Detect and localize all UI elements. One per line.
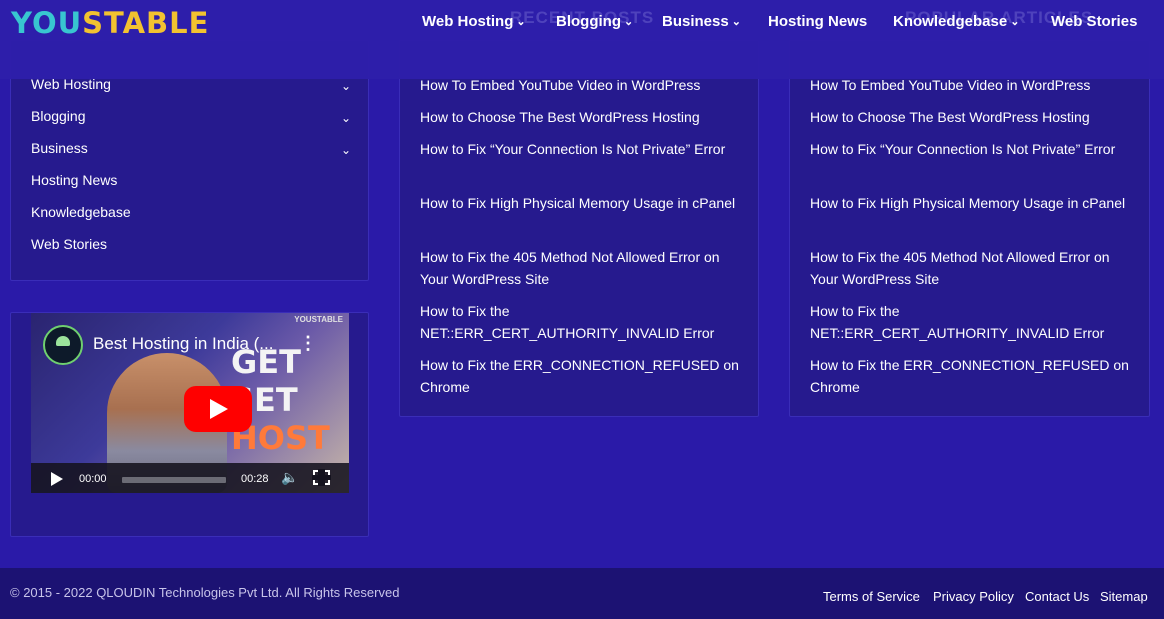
- youtube-video-player[interactable]: GET SET HOST YOUSTABLE Best Hosting in I…: [31, 313, 349, 493]
- nav-item-blogging[interactable]: Blogging ⌄: [556, 12, 633, 33]
- video-title[interactable]: Best Hosting in India (...: [93, 334, 273, 354]
- post-link[interactable]: How to Fix High Physical Memory Usage in…: [810, 192, 1140, 214]
- post-link[interactable]: How to Choose The Best WordPress Hosting: [420, 106, 750, 128]
- main-nav: Web Hosting ⌄ Blogging ⌄ Business ⌄ Hosting…: [0, 12, 1164, 34]
- nav-label: Business: [662, 13, 729, 30]
- recent-posts-widget: How To Embed YouTube Video in WordPress …: [399, 40, 759, 417]
- chevron-down-icon[interactable]: ⌄: [341, 140, 351, 160]
- post-link[interactable]: How to Choose The Best WordPress Hosting: [810, 106, 1140, 128]
- category-label: Blogging: [31, 108, 86, 124]
- nav-label: Knowledgebase: [893, 13, 1008, 30]
- category-label: Business: [31, 140, 88, 156]
- footer-link-contact[interactable]: Contact Us: [1025, 589, 1089, 604]
- progress-bar[interactable]: [122, 477, 226, 483]
- post-link[interactable]: How to Fix the ERR_CONNECTION_REFUSED on…: [420, 354, 750, 398]
- chevron-down-icon: ⌄: [623, 16, 634, 28]
- video-controls: 00:00 00:28 🔈: [31, 463, 349, 493]
- footer-link-terms[interactable]: Terms of Service: [823, 589, 920, 604]
- chevron-down-icon: ⌄: [1010, 16, 1020, 28]
- current-time: 00:00: [79, 473, 107, 485]
- post-link[interactable]: How to Fix “Your Connection Is Not Priva…: [420, 138, 750, 160]
- nav-label: Web Stories: [1051, 13, 1138, 30]
- site-header: RECENT POSTS POPULAR ARTICLES YOUSTABLE …: [0, 0, 1164, 79]
- more-options-icon[interactable]: ⋮: [299, 333, 317, 354]
- total-time: 00:28: [241, 473, 269, 485]
- nav-label: Blogging: [556, 13, 621, 30]
- post-link[interactable]: How to Fix the 405 Method Not Allowed Er…: [420, 246, 750, 290]
- category-label: Knowledgebase: [31, 204, 131, 220]
- category-label: Web Stories: [31, 236, 107, 252]
- nav-item-web-stories[interactable]: Web Stories: [1051, 12, 1137, 32]
- popular-articles-widget: How To Embed YouTube Video in WordPress …: [789, 40, 1150, 417]
- post-link[interactable]: How to Fix the 405 Method Not Allowed Er…: [810, 246, 1140, 290]
- video-brand-watermark: YOUSTABLE: [294, 315, 343, 324]
- nav-item-business[interactable]: Business ⌄: [662, 12, 741, 33]
- category-item-knowledgebase[interactable]: Knowledgebase: [31, 202, 351, 224]
- play-icon[interactable]: [51, 472, 63, 486]
- chevron-down-icon[interactable]: ⌄: [341, 76, 351, 96]
- category-item-web-stories[interactable]: Web Stories: [31, 234, 351, 256]
- nav-item-hosting-news[interactable]: Hosting News: [768, 12, 867, 32]
- video-widget: GET SET HOST YOUSTABLE Best Hosting in I…: [10, 312, 369, 537]
- post-link[interactable]: How to Fix the NET::ERR_CERT_AUTHORITY_I…: [420, 300, 720, 344]
- footer-link-sitemap[interactable]: Sitemap: [1100, 589, 1148, 604]
- category-item-hosting-news[interactable]: Hosting News: [31, 170, 351, 192]
- chevron-down-icon: ⌄: [731, 16, 741, 28]
- post-link[interactable]: How to Fix High Physical Memory Usage in…: [420, 192, 750, 214]
- youtube-play-icon[interactable]: [184, 386, 252, 432]
- category-item-business[interactable]: Business ⌄: [31, 138, 351, 160]
- post-link[interactable]: How to Fix the NET::ERR_CERT_AUTHORITY_I…: [810, 300, 1110, 344]
- nav-item-web-hosting[interactable]: Web Hosting ⌄: [422, 12, 526, 33]
- post-link[interactable]: How to Fix “Your Connection Is Not Priva…: [810, 138, 1140, 160]
- nav-label: Hosting News: [768, 13, 868, 30]
- volume-icon[interactable]: 🔈: [281, 469, 298, 486]
- chevron-down-icon[interactable]: ⌄: [341, 108, 351, 128]
- nav-item-knowledgebase[interactable]: Knowledgebase ⌄: [893, 12, 1019, 33]
- copyright-text: © 2015 - 2022 QLOUDIN Technologies Pvt L…: [10, 585, 400, 600]
- fullscreen-icon[interactable]: [312, 469, 331, 486]
- chevron-down-icon: ⌄: [516, 16, 526, 28]
- category-item-blogging[interactable]: Blogging ⌄: [31, 106, 351, 128]
- nav-label: Web Hosting: [422, 13, 514, 30]
- category-label: Hosting News: [31, 172, 118, 188]
- post-link[interactable]: How to Fix the ERR_CONNECTION_REFUSED on…: [810, 354, 1140, 398]
- channel-avatar-icon[interactable]: [43, 325, 83, 365]
- site-footer: © 2015 - 2022 QLOUDIN Technologies Pvt L…: [0, 568, 1164, 619]
- footer-link-privacy[interactable]: Privacy Policy: [933, 589, 1014, 604]
